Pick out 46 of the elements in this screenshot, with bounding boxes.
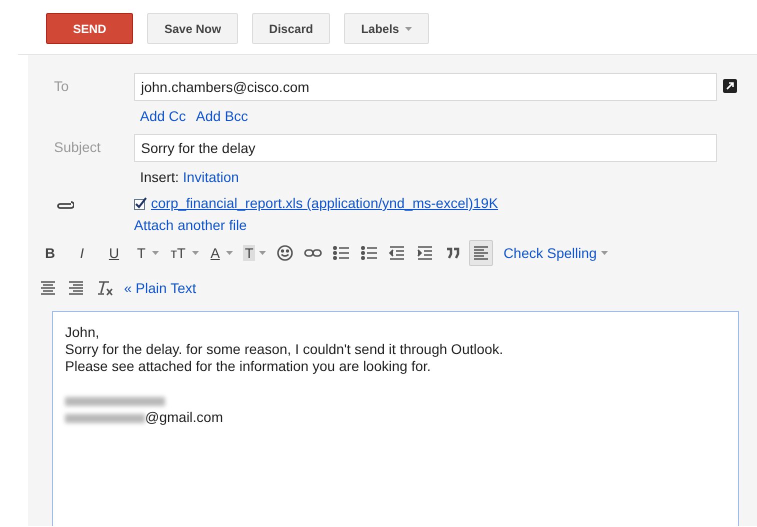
popout-icon[interactable] (723, 79, 737, 93)
message-body[interactable]: John, Sorry for the delay. for some reason, I couldn't send it through Outlook. Please see attached for the information you are looking for. @gmail.com (52, 311, 739, 526)
smiley-icon (276, 245, 294, 261)
attach-file-link[interactable]: Attach another file (134, 217, 247, 233)
caret-icon (405, 26, 412, 30)
subject-field[interactable]: Sorry for the delay (134, 134, 717, 162)
body-text: Please see attached for the information you are looking for. (65, 358, 431, 374)
clear-format-icon (95, 280, 113, 296)
field-label: Subject (54, 138, 102, 155)
align-center-icon (39, 280, 57, 296)
outdent-icon (388, 245, 406, 261)
indent-icon (416, 245, 434, 261)
checkbox[interactable] (134, 196, 147, 210)
format-button[interactable]: U (100, 239, 128, 267)
add-recipient-link[interactable]: Add Cc (140, 108, 186, 124)
align-right-icon (67, 280, 85, 296)
caret-icon (192, 251, 199, 255)
caret-icon (152, 251, 159, 255)
caret-icon (600, 251, 608, 255)
toolbar-button[interactable]: Discard (252, 13, 330, 44)
format-button[interactable]: T (132, 239, 162, 267)
format-button[interactable]: T (240, 239, 270, 267)
check-spelling-link[interactable]: Check Spelling (503, 245, 597, 261)
format-button[interactable]: I (68, 239, 96, 267)
send-button[interactable]: SEND (46, 13, 134, 44)
format-button[interactable]: B (36, 239, 64, 267)
insert-label: Insert: (140, 169, 179, 185)
paperclip-icon (56, 201, 74, 211)
align-left-icon (472, 245, 490, 261)
invitation-link[interactable]: Invitation (182, 169, 239, 185)
format-button[interactable]: тT (166, 239, 202, 267)
toolbar-button[interactable]: Save Now (147, 13, 238, 44)
body-text: @gmail.com (145, 409, 224, 425)
body-text: Sorry for the delay. for some reason, I couldn't send it through Outlook. (65, 341, 504, 357)
field-label: To (54, 77, 70, 94)
caret-icon (259, 251, 266, 255)
to-field[interactable]: john.chambers@cisco.com (134, 73, 717, 101)
labels-menu-button[interactable]: Labels (344, 13, 430, 44)
bullet-list-icon (360, 245, 378, 261)
format-button[interactable] (469, 240, 494, 266)
add-recipient-link[interactable]: Add Bcc (196, 108, 248, 124)
body-text: John, (65, 324, 100, 340)
attachment-link[interactable]: corp_financial_report.xls (application/ynd_ms-excel)19K (151, 195, 498, 211)
caret-icon (226, 251, 233, 255)
format-button[interactable]: A (206, 239, 236, 267)
plain-text-link[interactable]: « Plain Text (124, 280, 196, 296)
